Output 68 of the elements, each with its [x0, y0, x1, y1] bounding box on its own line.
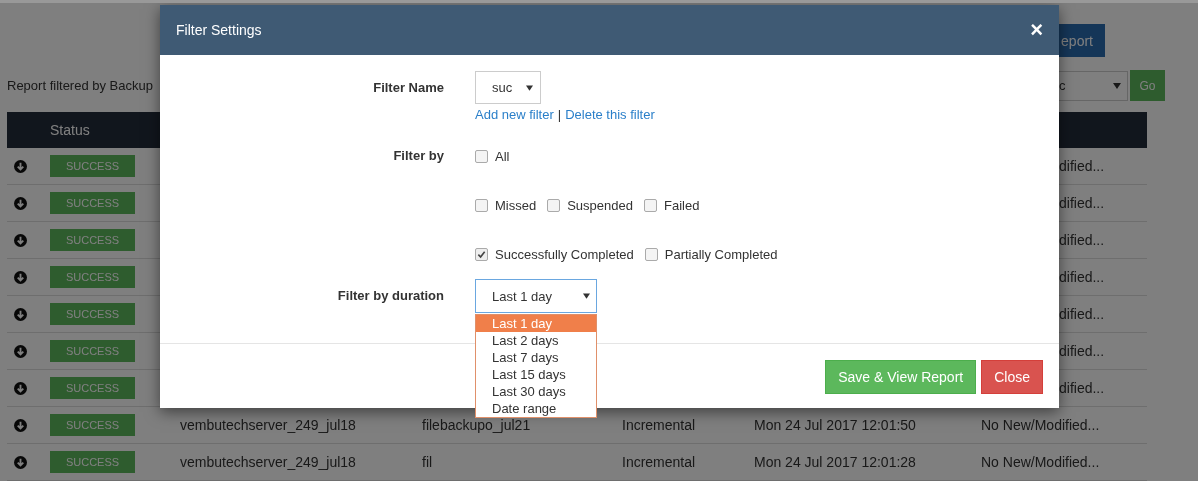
download-icon[interactable]	[14, 418, 27, 432]
link-separator: |	[557, 107, 562, 122]
report-caption: Report filtered by Backup	[7, 78, 153, 93]
table-cell: fil	[422, 454, 433, 470]
status-badge: SUCCESS	[50, 266, 135, 288]
table-cell: dified...	[1059, 195, 1105, 211]
column-heading: Status	[50, 122, 90, 138]
delete-filter-link[interactable]: Delete this filter	[565, 107, 655, 122]
checkbox-label: Partially Completed	[664, 246, 778, 262]
status-badge: SUCCESS	[50, 192, 135, 214]
caret-icon	[583, 293, 590, 299]
duration-select[interactable]: Last 1 day	[475, 279, 597, 313]
table-cell: Incremental	[622, 454, 696, 470]
checkbox[interactable]	[475, 149, 488, 163]
download-icon[interactable]	[14, 159, 27, 173]
dialog-title: Filter Settings	[176, 22, 262, 38]
status-badge: SUCCESS	[50, 451, 135, 473]
field-label: Filter Name	[372, 79, 444, 97]
table-cell: Mon 24 Jul 2017 12:01:50	[754, 417, 916, 433]
download-icon[interactable]	[14, 307, 27, 321]
field-label: Filter by duration	[336, 287, 444, 305]
table-cell: dified...	[1059, 269, 1105, 285]
status-badge: SUCCESS	[50, 340, 135, 362]
checkbox-label: Failed	[663, 197, 700, 213]
filter-name-select[interactable]: suc	[475, 71, 541, 104]
checkbox-label: Suspended	[567, 197, 633, 213]
status-badge: SUCCESS	[50, 303, 135, 325]
close-button[interactable]: ×	[1030, 19, 1043, 41]
status-badge: SUCCESS	[50, 155, 135, 177]
status-badge: SUCCESS	[50, 229, 135, 251]
table-cell: dified...	[1059, 343, 1105, 359]
dropdown-option[interactable]: Last 15 days	[476, 366, 596, 383]
table-cell: vembutechserver_249_jul18	[180, 417, 356, 433]
caret-icon	[1113, 82, 1121, 89]
field-label: Filter by	[393, 148, 444, 163]
caret-icon	[526, 84, 533, 91]
status-badge: SUCCESS	[50, 414, 135, 436]
close-button[interactable]: Close	[981, 360, 1043, 394]
table-cell: Incremental	[622, 417, 696, 433]
download-icon[interactable]	[14, 344, 27, 358]
checkbox[interactable]	[643, 198, 657, 212]
table-cell: vembutechserver_249_jul18	[180, 454, 356, 470]
table-cell: No New/Modified...	[981, 454, 1100, 470]
table-cell: No New/Modified...	[981, 417, 1100, 433]
table-cell: dified...	[1059, 380, 1105, 396]
dropdown-option[interactable]: Date range	[476, 400, 596, 417]
table-cell: dified...	[1059, 232, 1105, 248]
table-cell: dified...	[1059, 158, 1105, 174]
table-cell: Mon 24 Jul 2017 12:01:28	[754, 454, 916, 470]
checkbox[interactable]	[644, 247, 658, 261]
download-icon[interactable]	[14, 381, 27, 395]
download-icon[interactable]	[14, 455, 27, 469]
dropdown-option[interactable]: Last 30 days	[476, 383, 596, 400]
add-filter-link[interactable]: Add new filter	[475, 107, 554, 122]
download-icon[interactable]	[14, 196, 27, 210]
checkbox-label: Missed	[495, 197, 537, 213]
dropdown-option[interactable]: Last 2 days	[476, 332, 596, 349]
download-icon[interactable]	[14, 270, 27, 284]
dropdown-option[interactable]: Last 7 days	[476, 349, 596, 366]
checkbox[interactable]	[475, 198, 488, 212]
checkbox[interactable]	[475, 247, 488, 261]
download-icon[interactable]	[14, 233, 27, 247]
status-badge: SUCCESS	[50, 377, 135, 399]
checkbox-label: Successfully Completed	[495, 246, 634, 262]
table-cell: dified...	[1059, 306, 1105, 322]
checkbox[interactable]	[547, 198, 561, 212]
checkbox-label: All	[495, 148, 510, 164]
table-cell: filebackupo_jul21	[422, 417, 531, 433]
